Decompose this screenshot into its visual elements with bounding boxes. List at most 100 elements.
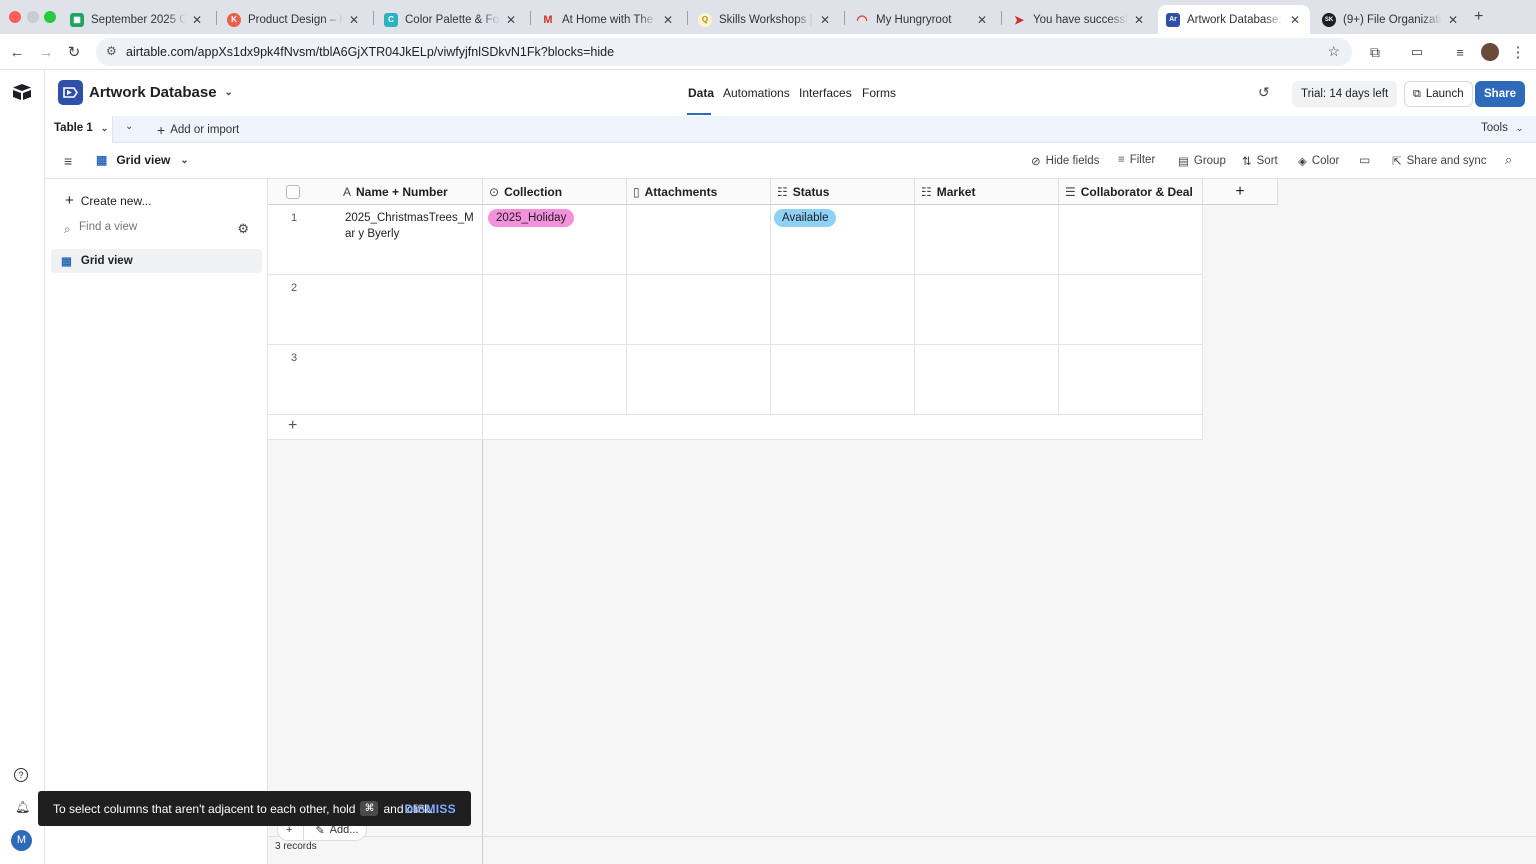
maximize-window-button[interactable] — [44, 11, 56, 23]
market-cell[interactable] — [915, 205, 1059, 275]
find-view-field[interactable]: ⌕ ⚙ — [59, 219, 255, 241]
user-avatar[interactable]: M — [11, 830, 32, 851]
base-name-menu[interactable]: Artwork Database ⌄ — [89, 84, 233, 101]
collection-cell[interactable] — [483, 345, 627, 415]
sidebar-item-grid-view[interactable]: ▦ Grid view — [51, 249, 262, 273]
share-and-sync-button[interactable]: ⇱ Share and sync — [1392, 154, 1487, 168]
attachments-cell[interactable] — [627, 275, 771, 345]
long-text-icon: ☰ — [1065, 184, 1076, 199]
single-select-icon: ⊙ — [489, 184, 500, 199]
close-tab-icon[interactable]: ✕ — [661, 13, 675, 27]
dismiss-button[interactable]: DISMISS — [405, 802, 456, 816]
market-cell[interactable] — [915, 345, 1059, 415]
column-header-collection[interactable]: ⊙ Collection — [483, 179, 627, 205]
media-control-icon[interactable]: ≡ — [1450, 42, 1470, 62]
browser-tab[interactable]: M At Home with The She ✕ — [533, 5, 683, 34]
group-button[interactable]: ▤ Group — [1178, 154, 1226, 168]
share-button[interactable]: Share — [1475, 81, 1525, 107]
table-row[interactable]: 3 — [268, 345, 483, 415]
primary-column-header[interactable]: A Name + Number — [268, 179, 483, 205]
back-icon[interactable]: ← — [7, 42, 27, 62]
add-record-row[interactable]: + — [268, 415, 483, 440]
column-header-market[interactable]: ☷ Market — [915, 179, 1059, 205]
nav-tab-interfaces[interactable]: Interfaces — [799, 86, 852, 100]
column-header-collaborator-deal[interactable]: ☰ Collaborator & Deal — [1059, 179, 1203, 205]
status-cell[interactable] — [771, 275, 915, 345]
view-switcher[interactable]: ▦ Grid view ⌄ — [96, 153, 189, 167]
tools-menu[interactable]: Tools ⌄ — [1481, 122, 1523, 134]
browser-tab[interactable]: Q Skills Workshops | Cre ✕ — [690, 5, 840, 34]
sort-icon: ⇅ — [1242, 156, 1252, 168]
close-tab-icon[interactable]: ✕ — [190, 13, 204, 27]
site-settings-icon[interactable]: ⚙ — [106, 44, 117, 58]
browser-tab[interactable]: K Product Design – Kim ✕ — [219, 5, 369, 34]
browser-tab[interactable]: SK (9+) File Organization ✕ — [1314, 5, 1468, 34]
extensions-icon[interactable]: ⧉ — [1365, 42, 1385, 62]
table-tab-table-1[interactable]: Table 1 ⌄ — [54, 122, 108, 134]
close-tab-icon[interactable]: ✕ — [347, 13, 361, 27]
profile-avatar[interactable] — [1481, 43, 1499, 61]
nav-tab-forms[interactable]: Forms — [862, 86, 896, 100]
filter-button[interactable]: ≡ Filter — [1118, 154, 1155, 166]
column-header-attachments[interactable]: ▯ Attachments — [627, 179, 771, 205]
launch-button[interactable]: ⧉ Launch — [1404, 81, 1473, 107]
settings-gear-icon[interactable]: ⚙ — [237, 221, 249, 237]
primary-cell-value[interactable]: 2025_ChristmasTrees_Mar y Byerly — [345, 210, 479, 242]
sort-button[interactable]: ⇅ Sort — [1242, 154, 1278, 168]
search-icon[interactable]: ⌕ — [1505, 152, 1512, 168]
create-new-view-button[interactable]: + Create new... — [65, 192, 151, 209]
close-tab-icon[interactable]: ✕ — [1132, 13, 1146, 27]
attachments-cell[interactable] — [627, 205, 771, 275]
tab-title: You have successfully — [1033, 13, 1128, 26]
hide-fields-button[interactable]: ⊘ Hide fields — [1031, 154, 1099, 168]
find-view-input[interactable] — [79, 221, 219, 233]
select-all-checkbox[interactable] — [286, 184, 300, 199]
close-tab-icon[interactable]: ✕ — [1446, 13, 1460, 27]
collaborator-deal-cell[interactable] — [1059, 345, 1203, 415]
help-icon[interactable]: ? — [14, 768, 28, 782]
bookmark-star-icon[interactable]: ☆ — [1327, 43, 1340, 60]
all-tables-chevron-icon[interactable]: ⌄ — [125, 121, 133, 132]
history-icon[interactable]: ↺ — [1258, 84, 1270, 101]
cast-icon[interactable]: ▭ — [1407, 42, 1427, 62]
collection-cell[interactable] — [483, 275, 627, 345]
tab-divider — [530, 11, 531, 25]
close-tab-icon[interactable]: ✕ — [1288, 13, 1302, 27]
forward-icon[interactable]: → — [36, 42, 56, 62]
notifications-bell-icon[interactable]: 🔔︎ — [15, 800, 30, 814]
sidebar-toggle-icon[interactable]: ≡ — [64, 153, 72, 169]
add-field-button[interactable]: + — [1203, 179, 1278, 205]
column-header-status[interactable]: ☷ Status — [771, 179, 915, 205]
nav-tab-automations[interactable]: Automations — [723, 86, 790, 100]
address-bar[interactable]: ⚙ airtable.com/appXs1dx9pk4fNvsm/tblA6Gj… — [96, 38, 1352, 66]
close-tab-icon[interactable]: ✕ — [975, 13, 989, 27]
add-or-import-button[interactable]: + Add or import — [157, 122, 239, 138]
table-row[interactable]: 1 2025_ChristmasTrees_Mar y Byerly — [268, 205, 483, 275]
color-button[interactable]: ◈ Color — [1298, 154, 1339, 168]
collaborator-deal-cell[interactable] — [1059, 205, 1203, 275]
attachments-cell[interactable] — [627, 345, 771, 415]
close-tab-icon[interactable]: ✕ — [504, 13, 518, 27]
airtable-logo-icon[interactable] — [12, 83, 32, 101]
browser-tab[interactable]: ➤ You have successfully ✕ — [1004, 5, 1154, 34]
trial-badge[interactable]: Trial: 14 days left — [1292, 81, 1398, 107]
browser-tab[interactable]: C Color Palette & Font T ✕ — [376, 5, 526, 34]
new-tab-icon[interactable]: + — [1474, 8, 1483, 26]
row-height-icon[interactable]: ▭ — [1359, 153, 1370, 167]
browser-menu-icon[interactable]: ⋮ — [1508, 42, 1528, 62]
browser-tab-active[interactable]: Ar Artwork Database: Ta ✕ — [1158, 5, 1310, 34]
status-cell[interactable] — [771, 345, 915, 415]
reload-icon[interactable]: ↻ — [64, 42, 84, 62]
collection-cell[interactable]: 2025_Holiday — [483, 205, 627, 275]
nav-tab-data[interactable]: Data — [688, 86, 714, 100]
table-row[interactable]: 2 — [268, 275, 483, 345]
status-cell[interactable]: Available — [771, 205, 915, 275]
market-cell[interactable] — [915, 275, 1059, 345]
browser-tab[interactable]: ◠ My Hungryroot ✕ — [847, 5, 997, 34]
collaborator-deal-cell[interactable] — [1059, 275, 1203, 345]
minimize-window-button[interactable] — [27, 11, 39, 23]
close-tab-icon[interactable]: ✕ — [818, 13, 832, 27]
close-window-button[interactable] — [9, 11, 21, 23]
browser-tab[interactable]: ▦ September 2025 Crea ✕ — [62, 5, 212, 34]
add-record-row-fill[interactable] — [483, 415, 1203, 440]
